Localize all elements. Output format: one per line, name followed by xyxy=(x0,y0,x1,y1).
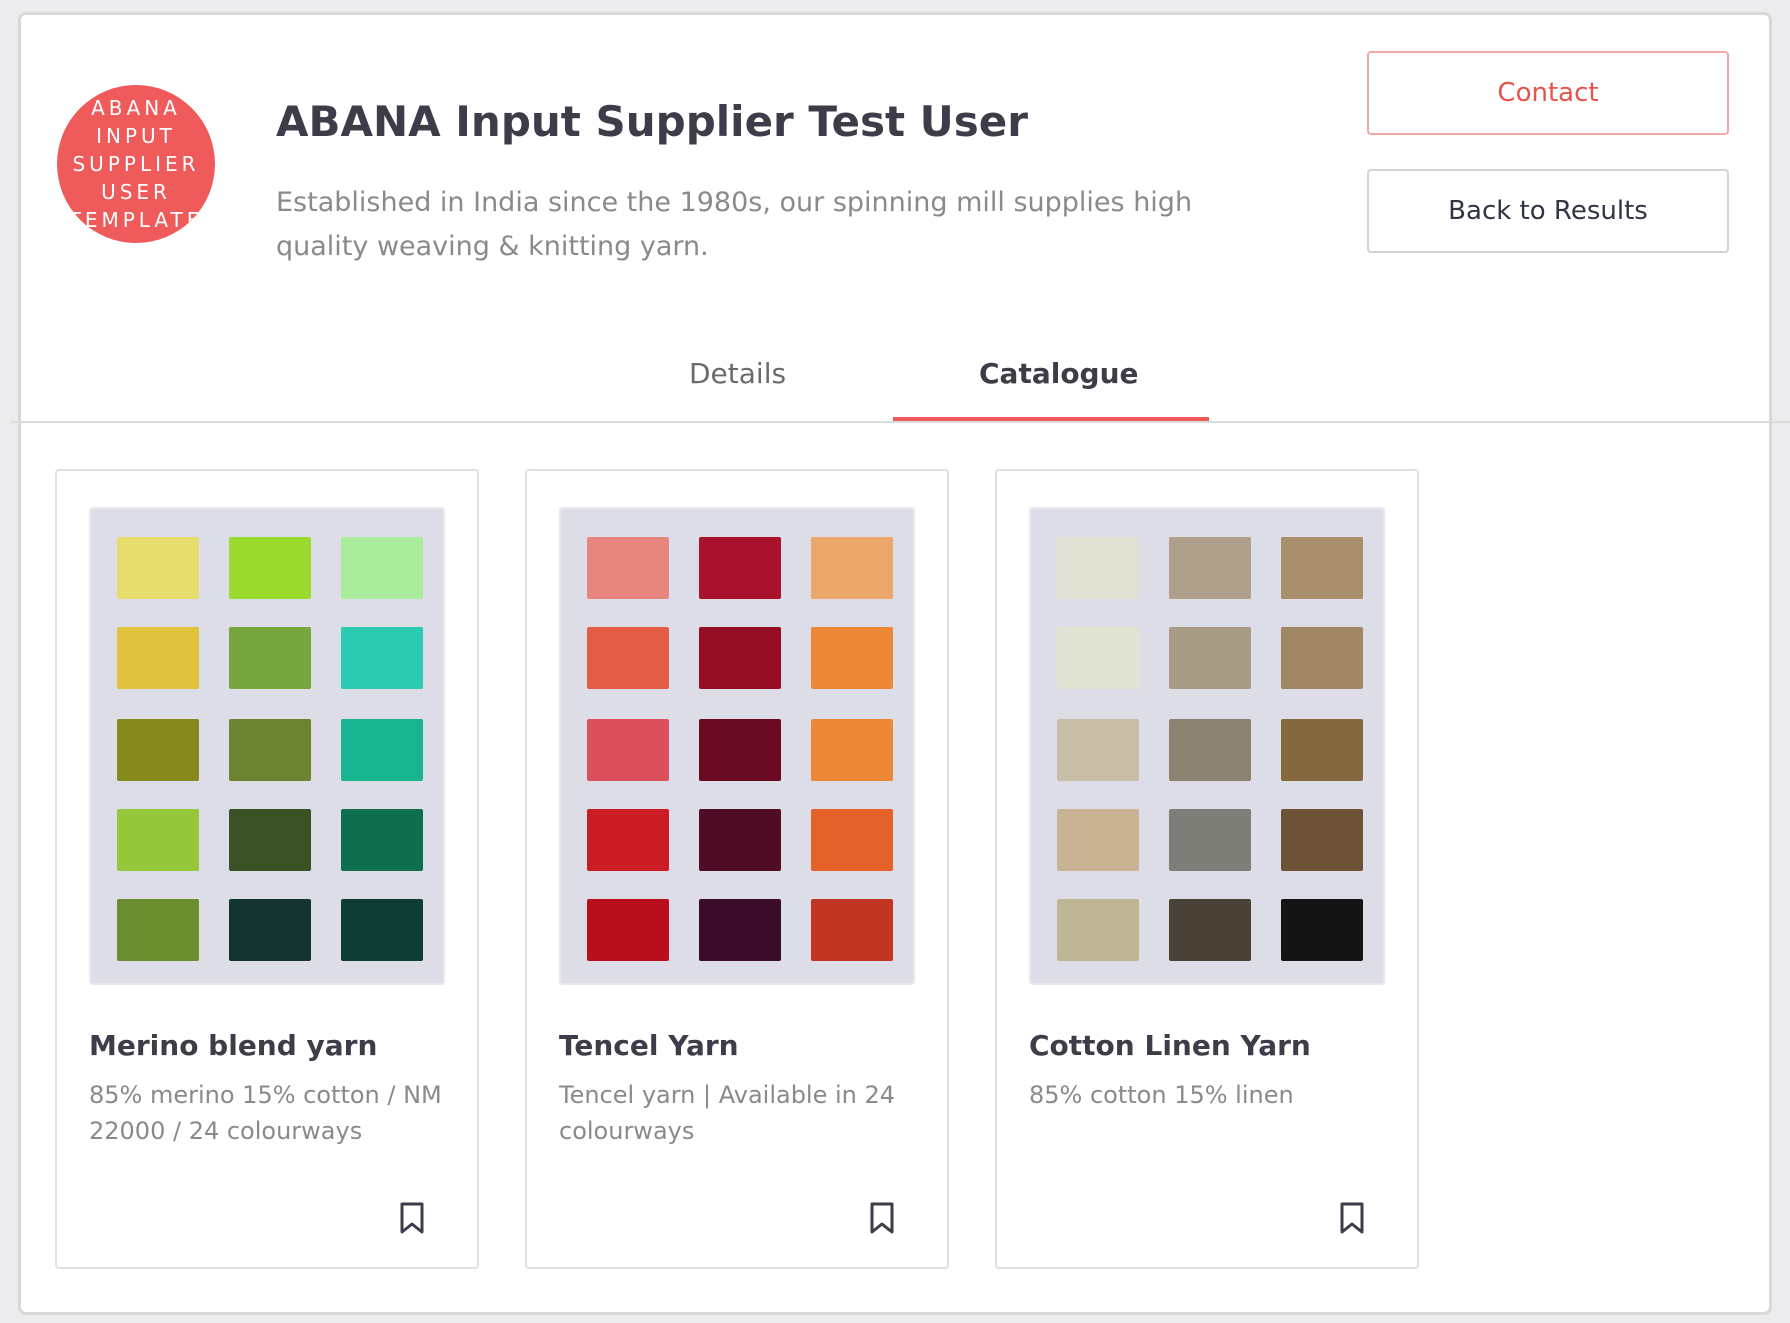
yarn-swatch xyxy=(341,899,423,961)
catalogue-card[interactable]: Tencel Yarn Tencel yarn | Available in 2… xyxy=(525,469,949,1269)
yarn-swatch xyxy=(117,809,199,871)
yarn-swatch xyxy=(1281,809,1363,871)
contact-button[interactable]: Contact xyxy=(1367,51,1729,135)
yarn-swatch xyxy=(1169,899,1251,961)
product-title: Merino blend yarn xyxy=(89,1029,378,1062)
yarn-swatch xyxy=(229,627,311,689)
product-title: Tencel Yarn xyxy=(559,1029,739,1062)
yarn-swatch xyxy=(1281,899,1363,961)
yarn-swatch xyxy=(229,809,311,871)
yarn-swatch xyxy=(341,537,423,599)
supplier-profile-panel: ABANA INPUT SUPPLIER USER TEMPLATE ABANA… xyxy=(11,12,1790,1315)
yarn-swatch xyxy=(587,899,669,961)
yarn-swatch xyxy=(341,719,423,781)
tabs-divider xyxy=(11,421,1790,423)
yarn-swatch xyxy=(699,537,781,599)
yarn-swatch xyxy=(1169,719,1251,781)
yarn-swatch xyxy=(699,809,781,871)
yarn-swatch xyxy=(117,899,199,961)
yarn-swatch xyxy=(229,537,311,599)
yarn-swatch xyxy=(1057,809,1139,871)
yarn-swatch xyxy=(1057,627,1139,689)
product-description: Tencel yarn | Available in 24 colourways xyxy=(559,1081,896,1145)
product-image xyxy=(559,507,915,985)
yarn-swatch xyxy=(699,719,781,781)
bookmark-icon[interactable] xyxy=(867,1201,897,1235)
yarn-swatch xyxy=(699,627,781,689)
supplier-name: ABANA Input Supplier Test User xyxy=(276,97,1028,146)
yarn-swatch xyxy=(1281,719,1363,781)
supplier-description: Established in India since the 1980s, ou… xyxy=(276,187,1193,262)
yarn-swatch xyxy=(1281,627,1363,689)
yarn-swatch xyxy=(1169,809,1251,871)
logo-text-line-4: USER xyxy=(101,180,171,204)
yarn-swatch xyxy=(587,809,669,871)
yarn-swatch xyxy=(811,809,893,871)
bookmark-icon[interactable] xyxy=(397,1201,427,1235)
back-to-results-button[interactable]: Back to Results xyxy=(1367,169,1729,253)
yarn-swatch xyxy=(587,719,669,781)
yarn-swatch xyxy=(811,899,893,961)
logo-text-line-3: SUPPLIER xyxy=(72,152,200,176)
logo-text-line-2: INPUT xyxy=(96,124,176,148)
catalogue-card[interactable]: Cotton Linen Yarn 85% cotton 15% linen xyxy=(995,469,1419,1269)
yarn-swatch xyxy=(117,719,199,781)
tab-details[interactable]: Details xyxy=(689,357,786,390)
yarn-swatch xyxy=(587,627,669,689)
product-description: 85% merino 15% cotton / NM 22000 / 24 co… xyxy=(89,1081,442,1145)
yarn-swatch xyxy=(341,809,423,871)
yarn-swatch xyxy=(341,627,423,689)
product-title: Cotton Linen Yarn xyxy=(1029,1029,1311,1062)
product-image xyxy=(1029,507,1385,985)
yarn-swatch xyxy=(1057,537,1139,599)
logo-text-line-1: ABANA xyxy=(91,96,181,120)
supplier-logo: ABANA INPUT SUPPLIER USER TEMPLATE xyxy=(57,85,215,243)
yarn-swatch xyxy=(1281,537,1363,599)
yarn-swatch xyxy=(1057,899,1139,961)
yarn-swatch xyxy=(229,719,311,781)
yarn-swatch xyxy=(117,627,199,689)
tab-catalogue[interactable]: Catalogue xyxy=(979,357,1139,390)
yarn-swatch xyxy=(117,537,199,599)
yarn-swatch xyxy=(1169,627,1251,689)
yarn-swatch xyxy=(811,537,893,599)
yarn-swatch xyxy=(811,627,893,689)
product-description: 85% cotton 15% linen xyxy=(1029,1081,1294,1109)
yarn-swatch xyxy=(1057,719,1139,781)
catalogue-card[interactable]: Merino blend yarn 85% merino 15% cotton … xyxy=(55,469,479,1269)
yarn-swatch xyxy=(1169,537,1251,599)
yarn-swatch xyxy=(811,719,893,781)
yarn-swatch xyxy=(699,899,781,961)
bookmark-icon[interactable] xyxy=(1337,1201,1367,1235)
yarn-swatch xyxy=(229,899,311,961)
product-image xyxy=(89,507,445,985)
yarn-swatch xyxy=(587,537,669,599)
logo-text-line-5: TEMPLATE xyxy=(68,208,204,232)
